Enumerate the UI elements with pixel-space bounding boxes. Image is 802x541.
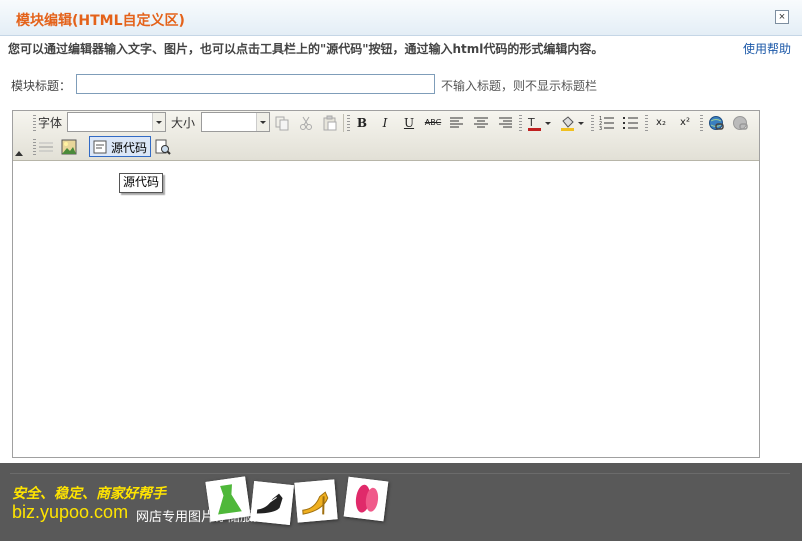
size-select[interactable]: [201, 112, 270, 132]
editor-toolbar: 字体 大小 B I U ABC T 1 2 3 x₂ x² 源代码: [13, 111, 759, 161]
underline-icon[interactable]: U: [399, 113, 419, 133]
module-title-label: 模块标题：: [11, 79, 72, 93]
font-select[interactable]: [67, 112, 166, 132]
insert-image-icon[interactable]: [59, 137, 79, 157]
cut-icon[interactable]: [296, 113, 316, 133]
size-label: 大小: [171, 116, 196, 130]
toolbar-grip[interactable]: [347, 115, 350, 131]
dialog-titlebar: 模块编辑(HTML自定义区) ×: [0, 0, 802, 36]
rich-text-editor: 字体 大小 B I U ABC T 1 2 3 x₂ x² 源代码: [12, 110, 760, 458]
chevron-down-icon[interactable]: [256, 113, 269, 131]
editor-content-area[interactable]: [13, 161, 759, 457]
insert-link-icon[interactable]: [706, 113, 726, 133]
unlink-icon[interactable]: [730, 113, 750, 133]
description-text: 您可以通过编辑器输入文字、图片，也可以点击工具栏上的"源代码"按钮，通过输入ht…: [8, 42, 604, 56]
source-code-tooltip: 源代码: [119, 173, 164, 193]
align-right-icon[interactable]: [495, 113, 515, 133]
toolbar-grip[interactable]: [591, 115, 594, 131]
close-icon[interactable]: ×: [775, 10, 789, 24]
chevron-down-icon[interactable]: [152, 113, 165, 131]
horizontal-rule-icon[interactable]: [36, 137, 56, 157]
footer-divider: [10, 473, 790, 474]
toolbar-grip[interactable]: [33, 115, 36, 131]
paste-icon[interactable]: [320, 113, 340, 133]
superscript-icon[interactable]: x²: [675, 113, 695, 133]
svg-text:3: 3: [599, 126, 602, 131]
toolbar-separator: [343, 114, 344, 132]
ad-slogan: 安全、稳定、商家好帮手: [12, 486, 166, 502]
text-color-icon[interactable]: T: [525, 113, 553, 133]
background-color-icon[interactable]: [558, 113, 586, 133]
dress-image: [205, 476, 251, 522]
ad-domain[interactable]: biz.yupoo.com: [12, 502, 128, 523]
source-code-icon: [93, 140, 107, 154]
toolbar-grip[interactable]: [645, 115, 648, 131]
module-title-input[interactable]: [76, 74, 435, 94]
bold-icon[interactable]: B: [352, 113, 372, 133]
source-code-button[interactable]: 源代码: [89, 136, 151, 157]
subscript-icon[interactable]: x₂: [651, 113, 671, 133]
unordered-list-icon[interactable]: [621, 113, 641, 133]
dialog-title: 模块编辑(HTML自定义区): [16, 13, 185, 29]
module-title-hint: 不输入标题，则不显示标题栏: [441, 79, 598, 93]
toolbar-grip[interactable]: [519, 115, 522, 131]
strikethrough-icon[interactable]: ABC: [423, 113, 443, 133]
collapse-toolbar-icon[interactable]: [15, 151, 23, 156]
svg-text:T: T: [527, 116, 535, 129]
flip-flop-image: [343, 476, 389, 522]
toolbar-grip[interactable]: [700, 115, 703, 131]
ordered-list-icon[interactable]: 123: [597, 113, 617, 133]
shoe-image: [250, 481, 294, 525]
sandal-image: [294, 479, 338, 523]
source-code-label: 源代码: [111, 141, 148, 155]
align-center-icon[interactable]: [471, 113, 491, 133]
preview-icon[interactable]: [153, 137, 173, 157]
help-link[interactable]: 使用帮助: [743, 40, 791, 57]
align-left-icon[interactable]: [447, 113, 467, 133]
italic-icon[interactable]: I: [375, 113, 395, 133]
copy-icon[interactable]: [272, 113, 292, 133]
ad-banner[interactable]: 安全、稳定、商家好帮手 biz.yupoo.com 网店专用图片存储服务: [0, 463, 802, 541]
font-label: 字体: [38, 116, 63, 130]
